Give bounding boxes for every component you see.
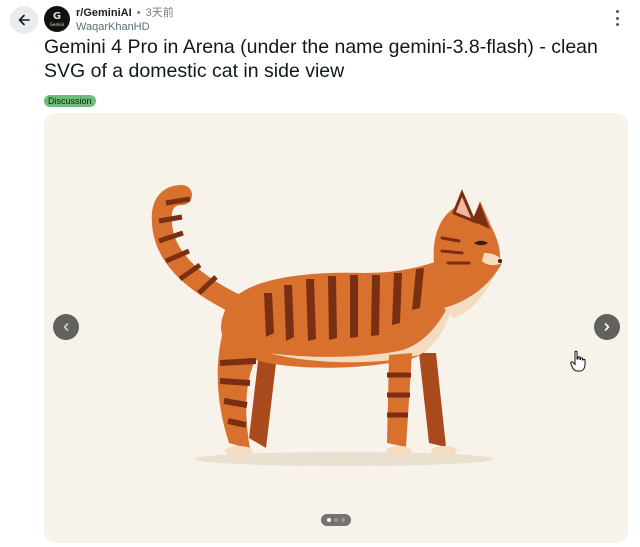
gallery-pagination xyxy=(321,514,351,526)
gallery-prev-button[interactable] xyxy=(53,314,79,340)
cat-illustration xyxy=(151,185,502,466)
hand-pointer-icon xyxy=(570,350,586,372)
author-name[interactable]: WaqarKhanHD xyxy=(76,21,174,33)
subreddit-name[interactable]: r/GeminiAI xyxy=(76,7,132,19)
subreddit-avatar[interactable]: G Gemini xyxy=(44,6,70,32)
arrow-left-icon xyxy=(18,14,30,26)
gallery-dot[interactable] xyxy=(327,518,331,522)
post-title: Gemini 4 Pro in Arena (under the name ge… xyxy=(44,36,598,82)
avatar-sub: Gemini xyxy=(49,21,65,27)
post-meta: r/GeminiAI • 3天前 WaqarKhanHD xyxy=(76,7,174,33)
gallery-next-button[interactable] xyxy=(594,314,620,340)
image-gallery[interactable] xyxy=(44,113,628,543)
post-time: 3天前 xyxy=(145,7,174,19)
avatar-letter: G xyxy=(52,10,62,22)
chevron-left-icon xyxy=(63,323,69,331)
back-button[interactable] xyxy=(10,6,38,34)
post-flair[interactable]: Discussion xyxy=(44,95,96,107)
gallery-dot[interactable] xyxy=(341,518,345,522)
more-vertical-icon xyxy=(615,10,619,13)
chevron-right-icon xyxy=(604,323,610,331)
meta-separator: • xyxy=(136,7,141,19)
gallery-dot[interactable] xyxy=(334,518,338,522)
more-options-button[interactable] xyxy=(614,10,620,26)
